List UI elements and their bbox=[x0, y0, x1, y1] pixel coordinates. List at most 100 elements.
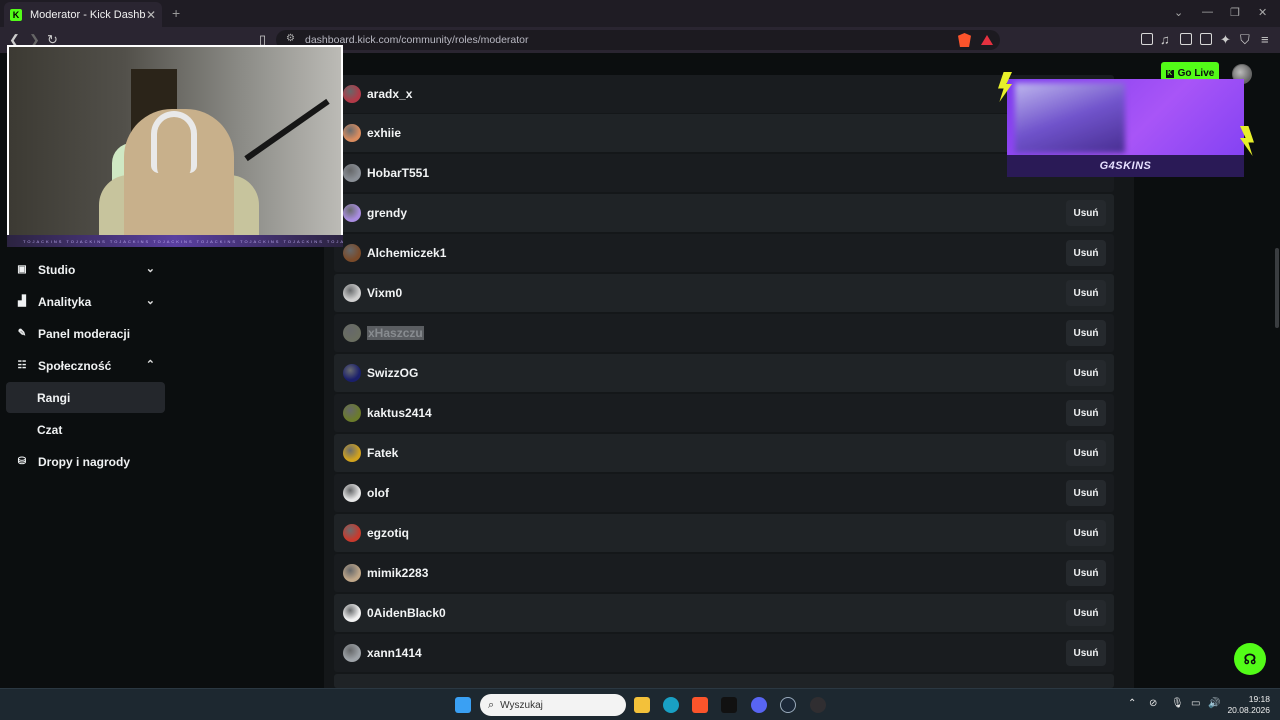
network-icon[interactable]: ▭ bbox=[1191, 698, 1200, 709]
clock-date: 20.08.2026 bbox=[1227, 705, 1270, 715]
avatar bbox=[343, 404, 361, 422]
browser-tab[interactable]: K Moderator - Kick Dashboard ✕ bbox=[4, 2, 162, 27]
moderator-row: grendy Usuń bbox=[334, 194, 1114, 232]
remove-moderator-button[interactable]: Usuń bbox=[1066, 640, 1106, 666]
site-info-icon[interactable]: ⚙ bbox=[286, 33, 295, 44]
tab-title: Moderator - Kick Dashboard bbox=[30, 8, 146, 21]
moderator-username[interactable]: xann1414 bbox=[367, 646, 422, 660]
tray-app-icon[interactable]: ⊘ bbox=[1149, 698, 1157, 709]
restore-icon[interactable]: ❐ bbox=[1230, 6, 1240, 19]
sidebar-item-analytics[interactable]: ▟ Analityka ⌄ bbox=[6, 286, 165, 317]
sidebar-item-label: Analityka bbox=[38, 294, 92, 309]
headset-icon: ☊ bbox=[1243, 650, 1257, 667]
taskbar-search[interactable]: ⌕ Wyszukaj bbox=[480, 694, 626, 716]
sidebar-item-label: Społeczność bbox=[38, 358, 112, 373]
moderator-username[interactable]: exhiie bbox=[367, 126, 401, 140]
media-icon[interactable]: ♫ bbox=[1160, 32, 1170, 47]
moderator-username[interactable]: grendy bbox=[367, 206, 407, 220]
sidebar-item-chat[interactable]: Czat bbox=[6, 414, 165, 445]
leo-ai-icon[interactable]: ✦ bbox=[1220, 32, 1231, 48]
moderator-username[interactable]: xHaszczu bbox=[367, 326, 424, 340]
menu-icon[interactable]: ≡ bbox=[1261, 32, 1269, 47]
windows-taskbar: ⌕ Wyszukaj ⌃ ⊘ 🎙 ▭ 🔊 19:18 20.08.2026 bbox=[0, 688, 1280, 720]
moderator-username[interactable]: SwizzOG bbox=[367, 366, 418, 380]
minimize-icon[interactable]: — bbox=[1202, 6, 1213, 18]
remove-moderator-button[interactable]: Usuń bbox=[1066, 320, 1106, 346]
sidebar-icon[interactable] bbox=[1180, 33, 1192, 45]
new-tab-button[interactable]: + bbox=[172, 5, 180, 21]
remove-moderator-button[interactable]: Usuń bbox=[1066, 400, 1106, 426]
brave-shields-icon[interactable] bbox=[958, 33, 971, 47]
moderator-row: xann1414 Usuń bbox=[334, 634, 1114, 672]
moderator-row: kaktus2414 Usuń bbox=[334, 394, 1114, 432]
steam-icon[interactable] bbox=[780, 697, 796, 713]
remove-moderator-button[interactable]: Usuń bbox=[1066, 200, 1106, 226]
sidebar-item-label: Panel moderacji bbox=[38, 326, 131, 341]
promo-image bbox=[1015, 83, 1125, 153]
moderator-username[interactable]: Vixm0 bbox=[367, 286, 402, 300]
remove-moderator-button[interactable]: Usuń bbox=[1066, 360, 1106, 386]
remove-moderator-button[interactable]: Usuń bbox=[1066, 240, 1106, 266]
moderator-username[interactable]: Fatek bbox=[367, 446, 398, 460]
moderator-username[interactable]: aradx_x bbox=[367, 87, 412, 101]
go-live-label: Go Live bbox=[1177, 68, 1215, 79]
tab-list-icon[interactable]: ⌄ bbox=[1174, 6, 1183, 19]
moderator-username[interactable]: HobarT551 bbox=[367, 166, 429, 180]
wallet-icon[interactable] bbox=[1200, 33, 1212, 45]
moderator-username[interactable]: Alchemiczek1 bbox=[367, 246, 446, 260]
brave-icon[interactable] bbox=[692, 697, 708, 713]
sidebar-item-roles[interactable]: Rangi bbox=[6, 382, 165, 413]
edge-icon[interactable] bbox=[663, 697, 679, 713]
moderator-username[interactable]: 0AidenBlack0 bbox=[367, 606, 446, 620]
avatar bbox=[343, 524, 361, 542]
sidebar-item-drops[interactable]: ⛁ Dropy i nagrody bbox=[6, 446, 165, 477]
obs-icon[interactable] bbox=[810, 697, 826, 713]
avatar bbox=[343, 364, 361, 382]
remove-moderator-button[interactable]: Usuń bbox=[1066, 520, 1106, 546]
editor-icon[interactable] bbox=[721, 697, 737, 713]
remove-moderator-button[interactable]: Usuń bbox=[1066, 600, 1106, 626]
volume-icon[interactable]: 🔊 bbox=[1208, 698, 1220, 709]
windows-start-icon[interactable] bbox=[455, 697, 471, 713]
moderator-username[interactable]: olof bbox=[367, 486, 389, 500]
sidebar-item-community[interactable]: ☷ Społeczność ⌃ bbox=[6, 350, 165, 381]
remove-moderator-button[interactable]: Usuń bbox=[1066, 560, 1106, 586]
microphone-icon[interactable]: 🎙 bbox=[1171, 698, 1184, 709]
moderator-username[interactable]: egzotiq bbox=[367, 526, 409, 540]
taskbar-clock[interactable]: 19:18 20.08.2026 bbox=[1226, 694, 1270, 716]
sidebar-item-studio[interactable]: ▣ Studio ⌄ bbox=[6, 254, 165, 285]
avatar bbox=[343, 444, 361, 462]
extensions-icon[interactable] bbox=[1141, 33, 1153, 45]
support-chat-button[interactable]: ☊ bbox=[1234, 643, 1266, 675]
moderator-username[interactable]: kaktus2414 bbox=[367, 406, 432, 420]
chevron-down-icon: ⌄ bbox=[145, 295, 155, 307]
avatar bbox=[343, 324, 361, 342]
scrollbar[interactable] bbox=[1275, 248, 1279, 328]
remove-moderator-button[interactable]: Usuń bbox=[1066, 440, 1106, 466]
analytics-icon: ▟ bbox=[18, 296, 26, 307]
moderator-row: HobarT551 bbox=[334, 154, 1114, 192]
avatar bbox=[343, 85, 361, 103]
window-close-icon[interactable]: ✕ bbox=[1258, 6, 1267, 19]
avatar bbox=[343, 244, 361, 262]
kick-favicon-icon: K bbox=[10, 8, 22, 21]
tray-expand-icon[interactable]: ⌃ bbox=[1128, 698, 1136, 709]
vpn-icon[interactable]: ⛉ bbox=[1240, 32, 1250, 48]
moderator-username[interactable]: mimik2283 bbox=[367, 566, 428, 580]
clock-time: 19:18 bbox=[1248, 694, 1270, 704]
brave-rewards-icon[interactable] bbox=[981, 35, 993, 45]
avatar bbox=[343, 284, 361, 302]
search-icon: ⌕ bbox=[488, 698, 495, 711]
file-explorer-icon[interactable] bbox=[634, 697, 650, 713]
discord-icon[interactable] bbox=[751, 697, 767, 713]
sidebar-item-label: Dropy i nagrody bbox=[38, 454, 131, 469]
sidebar-item-moderation-panel[interactable]: ✎ Panel moderacji bbox=[6, 318, 165, 349]
address-bar[interactable]: ⚙ dashboard.kick.com/community/roles/mod… bbox=[276, 30, 1000, 50]
remove-moderator-button[interactable]: Usuń bbox=[1066, 480, 1106, 506]
promo-brand: G4SKINS bbox=[1099, 160, 1152, 172]
chevron-down-icon: ⌄ bbox=[145, 263, 155, 275]
wrench-icon: ✎ bbox=[17, 328, 27, 339]
tab-close-icon[interactable]: ✕ bbox=[146, 8, 156, 22]
remove-moderator-button[interactable]: Usuń bbox=[1066, 280, 1106, 306]
browser-tab-bar: K Moderator - Kick Dashboard ✕ + ⌄ — ❐ ✕ bbox=[0, 0, 1280, 27]
